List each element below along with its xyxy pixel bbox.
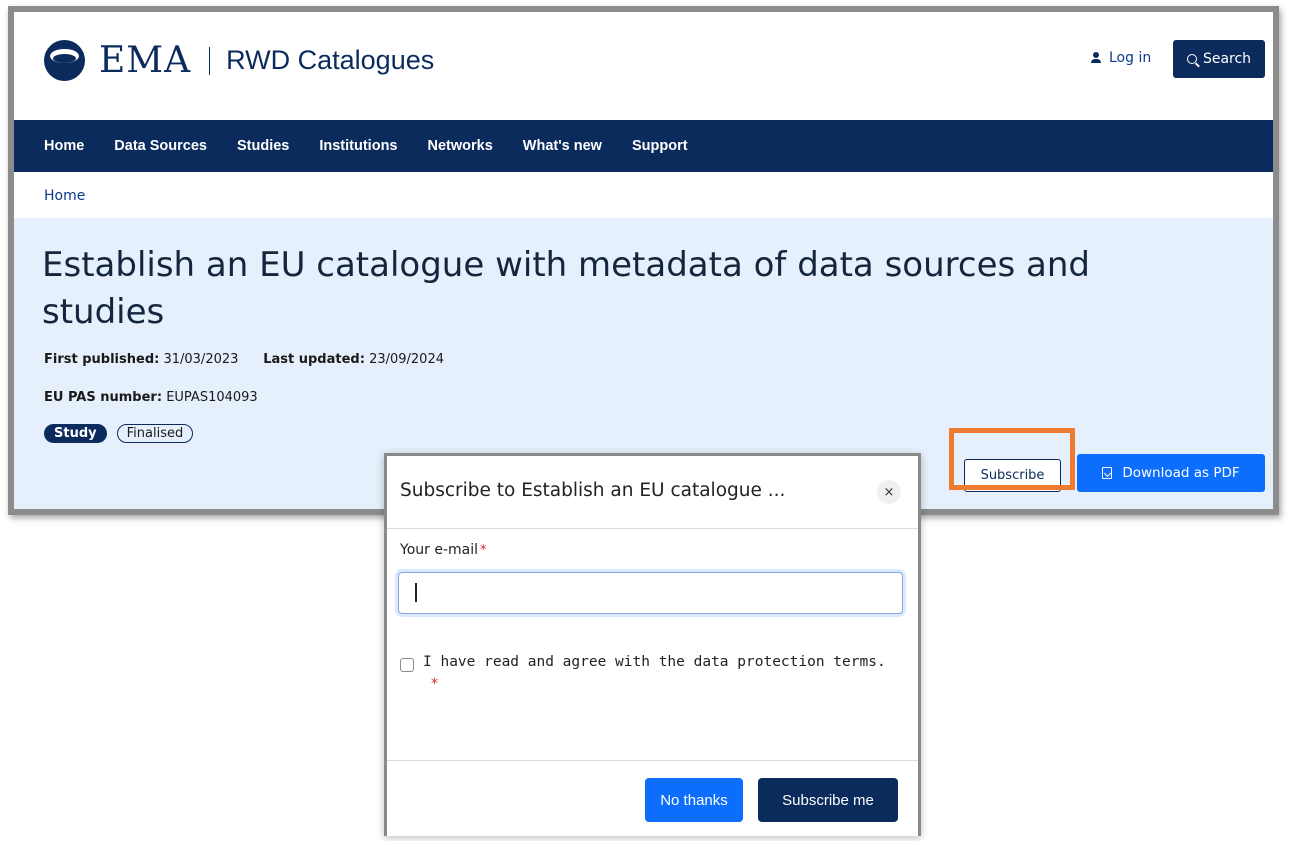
- agree-checkbox[interactable]: [400, 658, 414, 672]
- email-label: Your e-mail *: [400, 542, 487, 558]
- search-icon: [1186, 54, 1197, 64]
- page-screenshot: EMA RWD Catalogues Log in Search Home Da…: [8, 6, 1279, 515]
- first-published-label: First published:: [44, 352, 160, 367]
- site-name: RWD Catalogues: [226, 45, 435, 75]
- publication-dates: First published: 31/03/2023 Last updated…: [44, 352, 444, 367]
- main-nav: Home Data Sources Studies Institutions N…: [14, 120, 1273, 172]
- nav-item-whats-new[interactable]: What's new: [523, 138, 602, 154]
- dialog-title: Subscribe to Establish an EU catalogue .…: [400, 480, 786, 501]
- download-pdf-button[interactable]: Download as PDF: [1077, 454, 1265, 492]
- first-published-value: 31/03/2023: [163, 352, 239, 367]
- ema-logo-icon: [44, 40, 85, 81]
- nav-item-institutions[interactable]: Institutions: [319, 138, 397, 154]
- required-asterisk: *: [480, 543, 487, 558]
- pdf-icon: [1102, 467, 1113, 479]
- eu-pas-label: EU PAS number:: [44, 390, 163, 405]
- subscribe-me-button[interactable]: Subscribe me: [758, 778, 898, 822]
- type-badge: Study: [44, 424, 107, 443]
- search-label: Search: [1202, 51, 1252, 67]
- nav-item-studies[interactable]: Studies: [237, 138, 289, 154]
- dialog-footer: No thanks Subscribe me: [387, 760, 918, 841]
- nav-item-home[interactable]: Home: [44, 138, 84, 154]
- last-updated-value: 23/09/2024: [369, 352, 444, 367]
- login-link[interactable]: Log in: [1091, 50, 1151, 66]
- eu-pas-number: EU PAS number: EUPAS104093: [44, 390, 258, 405]
- download-pdf-label: Download as PDF: [1122, 465, 1240, 481]
- email-input[interactable]: [398, 572, 903, 614]
- site-header: EMA RWD Catalogues Log in Search: [14, 12, 1273, 120]
- login-label: Log in: [1109, 50, 1152, 66]
- logo-text: EMA: [99, 39, 192, 81]
- nav-item-networks[interactable]: Networks: [428, 138, 493, 154]
- email-label-text: Your e-mail: [400, 542, 478, 558]
- nav-item-data-sources[interactable]: Data Sources: [114, 138, 207, 154]
- breadcrumb-home[interactable]: Home: [44, 188, 85, 204]
- agree-required-asterisk: *: [431, 676, 438, 692]
- close-icon: ×: [883, 484, 895, 500]
- site-logo[interactable]: EMA RWD Catalogues: [44, 40, 434, 81]
- dialog-header: Subscribe to Establish an EU catalogue .…: [387, 456, 918, 529]
- text-cursor: [415, 583, 417, 602]
- nav-item-support[interactable]: Support: [632, 138, 688, 154]
- search-button[interactable]: Search: [1173, 40, 1265, 78]
- agree-label[interactable]: I have read and agree with the data prot…: [423, 654, 886, 670]
- subscribe-button[interactable]: Subscribe: [964, 459, 1061, 492]
- logo-divider: [209, 46, 211, 75]
- subscribe-dialog: Subscribe to Establish an EU catalogue .…: [384, 453, 921, 836]
- user-icon: [1091, 52, 1101, 64]
- last-updated-label: Last updated:: [263, 352, 365, 367]
- status-badge: Finalised: [116, 424, 194, 443]
- no-thanks-button[interactable]: No thanks: [645, 778, 743, 822]
- page-title: Establish an EU catalogue with metadata …: [42, 245, 1090, 332]
- eu-pas-value: EUPAS104093: [166, 390, 258, 405]
- close-button[interactable]: ×: [877, 480, 901, 504]
- study-badges: Study Finalised: [44, 424, 194, 443]
